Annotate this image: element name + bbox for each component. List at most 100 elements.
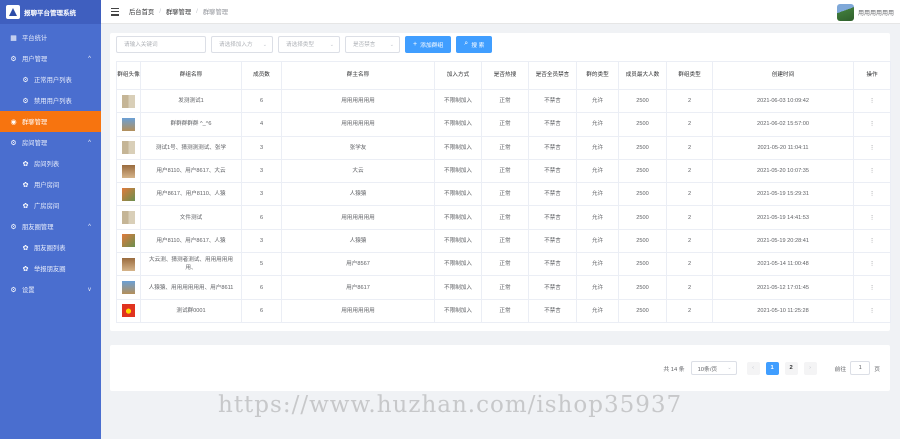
plus-icon: + xyxy=(413,40,418,48)
group-avatar-cell xyxy=(116,182,141,207)
cell-count: 3 xyxy=(241,136,282,160)
more-actions-icon[interactable]: ⋮ xyxy=(853,229,891,254)
table-row[interactable]: 测试1号、猜测测测试、张学 3 张学友 不限制加入 正常 不禁言 允许 2500 2 2021-0… xyxy=(116,136,891,160)
cell-owner: 用户8567 xyxy=(281,252,435,277)
cell-hot: 正常 xyxy=(481,275,529,300)
table-row[interactable]: 大云测、猜测者测试、用用用用用用、 5 用户8567 不限制加入 正常 不禁言 允许 2500… xyxy=(116,252,891,277)
more-actions-icon[interactable]: ⋮ xyxy=(853,89,891,114)
cell-name: 大云测、猜测者测试、用用用用用用、 xyxy=(140,252,242,277)
sidebar-item-6[interactable]: ⚙ 房间管理 ^ xyxy=(0,132,101,153)
more-actions-icon[interactable]: ⋮ xyxy=(853,136,891,160)
cell-name: 用户8617、用户8110、人猿 xyxy=(140,182,242,207)
sidebar-item-13[interactable]: ⚙ 设置 v xyxy=(0,279,101,300)
add-group-button[interactable]: + 添加群组 xyxy=(405,35,452,53)
sidebar-item-10[interactable]: ⚙ 朋友圈管理 ^ xyxy=(0,216,101,237)
cell-join: 不限制加入 xyxy=(434,229,482,254)
cell-name: 用户8110、用户8617、大云 xyxy=(140,159,242,184)
column-header: 群组类型 xyxy=(666,61,713,90)
sidebar-item-7[interactable]: ✿ 房间列表 xyxy=(0,153,101,174)
column-header: 创建时间 xyxy=(712,61,854,90)
avatar[interactable] xyxy=(836,4,854,21)
cell-type: 允许 xyxy=(576,136,619,160)
cell-name: 人猿猿、用用用用用用、用户8611 xyxy=(140,275,242,300)
cell-max: 2500 xyxy=(618,229,667,254)
group-avatar-cell xyxy=(116,252,141,277)
group-avatar-cell xyxy=(116,89,141,114)
group-avatar xyxy=(122,234,135,248)
table-row[interactable]: 用户8110、用户8617、大云 3 大云 不限制加入 正常 不禁言 允许 2500 2 2021… xyxy=(116,159,891,184)
breadcrumb-section[interactable]: 群聊管理 xyxy=(166,7,191,16)
cell-join: 不限制加入 xyxy=(434,89,482,114)
column-header: 群主名称 xyxy=(281,61,435,90)
chevron-up-icon: ^ xyxy=(88,139,91,146)
cell-count: 3 xyxy=(241,182,282,207)
cell-gtype: 2 xyxy=(666,205,713,230)
table-row[interactable]: 发测测试1 6 用用用用用用 不限制加入 正常 不禁言 允许 2500 2 2021-06-03 … xyxy=(116,89,891,114)
sidebar-item-1[interactable]: ▦ 平台统计 xyxy=(0,27,101,48)
user-menu[interactable]: 用用用用用用 xyxy=(836,4,894,21)
cell-join: 不限制加入 xyxy=(434,252,482,277)
more-actions-icon[interactable]: ⋮ xyxy=(853,159,891,184)
table-row[interactable]: 人猿猿、用用用用用用、用户8611 6 用户8617 不限制加入 正常 不禁言 允许 2500… xyxy=(116,275,891,300)
cell-owner: 大云 xyxy=(281,159,435,184)
more-actions-icon[interactable]: ⋮ xyxy=(853,252,891,277)
cell-max: 2500 xyxy=(618,159,667,184)
table-header-row: 群组头像 群组名称 成员数 群主名称 加入方式 是否热搜 是否全员禁言 群的类型 成员最大人数群… xyxy=(116,61,891,90)
cell-mute: 不禁言 xyxy=(528,252,577,277)
group-avatar-cell xyxy=(116,299,141,323)
search-button[interactable]: ⌕ 搜 索 xyxy=(456,35,493,53)
sidebar-item-4[interactable]: ⚙ 禁用用户列表 xyxy=(0,90,101,111)
search-icon: ⌕ xyxy=(464,40,469,47)
sidebar-item-label: 朋友圈列表 xyxy=(34,245,66,252)
group-avatar-cell xyxy=(116,275,141,300)
goto-page-input[interactable]: 1 xyxy=(850,361,871,375)
group-avatar xyxy=(122,257,135,271)
cell-owner: 人猿猿 xyxy=(281,182,435,207)
type-select[interactable]: 请选择类型 ⌄ xyxy=(278,35,340,53)
sidebar-item-11[interactable]: ✿ 朋友圈列表 xyxy=(0,237,101,258)
sidebar-item-2[interactable]: ⚙ 用户管理 ^ xyxy=(0,48,101,69)
prev-page-button[interactable]: ‹ xyxy=(746,361,760,375)
page-size-select[interactable]: 10条/页 ⌄ xyxy=(690,361,737,375)
sidebar-item-3[interactable]: ⚙ 正常用户列表 xyxy=(0,69,101,90)
table-row[interactable]: 文件测试 6 用用用用用用 不限制加入 正常 不禁言 允许 2500 2 2021-05-19 1… xyxy=(116,205,891,230)
cell-count: 3 xyxy=(241,159,282,184)
username[interactable]: 用用用用用用 xyxy=(858,8,894,17)
table-row[interactable]: 用户8617、用户8110、人猿 3 人猿猿 不限制加入 正常 不禁言 允许 2500 2 202… xyxy=(116,182,891,207)
cell-count: 6 xyxy=(241,205,282,230)
more-actions-icon[interactable]: ⋮ xyxy=(853,182,891,207)
sidebar-item-8[interactable]: ✿ 用户房间 xyxy=(0,174,101,195)
cell-max: 2500 xyxy=(618,182,667,207)
cell-count: 6 xyxy=(241,89,282,114)
table-row[interactable]: 群群群群群 ^_^6 4 用用用用用用 不限制加入 正常 不禁言 允许 2500 2 2021-0… xyxy=(116,112,891,137)
next-page-button[interactable]: › xyxy=(803,361,817,375)
page-2-button[interactable]: 2 xyxy=(784,361,798,375)
cell-mute: 不禁言 xyxy=(528,89,577,114)
cell-gtype: 2 xyxy=(666,112,713,137)
sidebar-item-12[interactable]: ✿ 举报朋友圈 xyxy=(0,258,101,279)
group-avatar xyxy=(122,211,135,225)
column-header: 是否热搜 xyxy=(481,61,529,90)
cell-gtype: 2 xyxy=(666,89,713,114)
more-actions-icon[interactable]: ⋮ xyxy=(853,205,891,230)
more-actions-icon[interactable]: ⋮ xyxy=(853,112,891,137)
keyword-input[interactable]: 请输入关键词 xyxy=(116,35,206,53)
breadcrumb-home[interactable]: 后台首页 xyxy=(129,7,154,16)
table-row[interactable]: 测试群0001 6 用用用用用用 不限制加入 正常 不禁言 允许 2500 2 2021-05-1… xyxy=(116,299,891,323)
sidebar-item-label: 房间列表 xyxy=(34,161,60,168)
cell-mute: 不禁言 xyxy=(528,229,577,254)
join-select[interactable]: 请选择加入方 ⌄ xyxy=(211,35,273,53)
cell-type: 允许 xyxy=(576,205,619,230)
menu-fold-icon[interactable] xyxy=(111,7,119,16)
column-header: 群的类型 xyxy=(576,61,619,90)
more-actions-icon[interactable]: ⋮ xyxy=(853,299,891,323)
ban-select[interactable]: 是否禁言 ⌄ xyxy=(345,35,400,53)
sidebar-item-5[interactable]: ◉ 群聊管理 xyxy=(0,111,101,132)
cell-type: 允许 xyxy=(576,89,619,114)
sidebar-item-9[interactable]: ✿ 广房房间 xyxy=(0,195,101,216)
group-avatar-cell xyxy=(116,136,141,160)
more-actions-icon[interactable]: ⋮ xyxy=(853,275,891,300)
cell-max: 2500 xyxy=(618,136,667,160)
table-row[interactable]: 用户8110、用户8617、人猿 3 人猿猿 不限制加入 正常 不禁言 允许 2500 2 202… xyxy=(116,229,891,254)
page-1-button[interactable]: 1 xyxy=(765,361,779,375)
